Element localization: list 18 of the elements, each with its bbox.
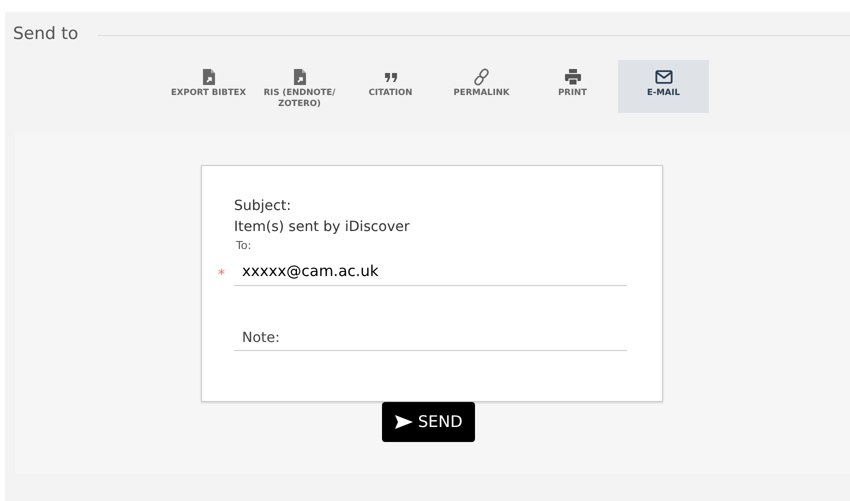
action-tab[interactable]: PERMALINK xyxy=(436,60,527,132)
action-tab[interactable]: E-MAIL xyxy=(618,60,709,112)
subject-value: Item(s) sent by iDiscover xyxy=(234,218,411,236)
send-button[interactable]: SEND xyxy=(382,402,475,442)
action-tab[interactable]: CITATION xyxy=(345,60,436,132)
action-tab[interactable]: EXPORT BIBTEX xyxy=(163,60,254,132)
to-input-field[interactable]: xxxxx@cam.ac.uk xyxy=(234,258,627,286)
envelope-icon xyxy=(654,68,672,86)
action-tab[interactable]: RIS (ENDNOTE/ ZOTERO) xyxy=(254,60,345,132)
required-mark: * xyxy=(218,266,226,284)
link-icon xyxy=(472,68,490,86)
note-input-field[interactable]: Note: xyxy=(234,324,627,351)
section-title: Send to xyxy=(12,23,78,46)
printer-icon xyxy=(564,68,582,86)
subject-label: Subject: xyxy=(234,196,292,216)
to-label: To: xyxy=(236,238,252,254)
send-icon xyxy=(394,414,414,430)
action-tab[interactable]: PRINT xyxy=(527,60,618,132)
